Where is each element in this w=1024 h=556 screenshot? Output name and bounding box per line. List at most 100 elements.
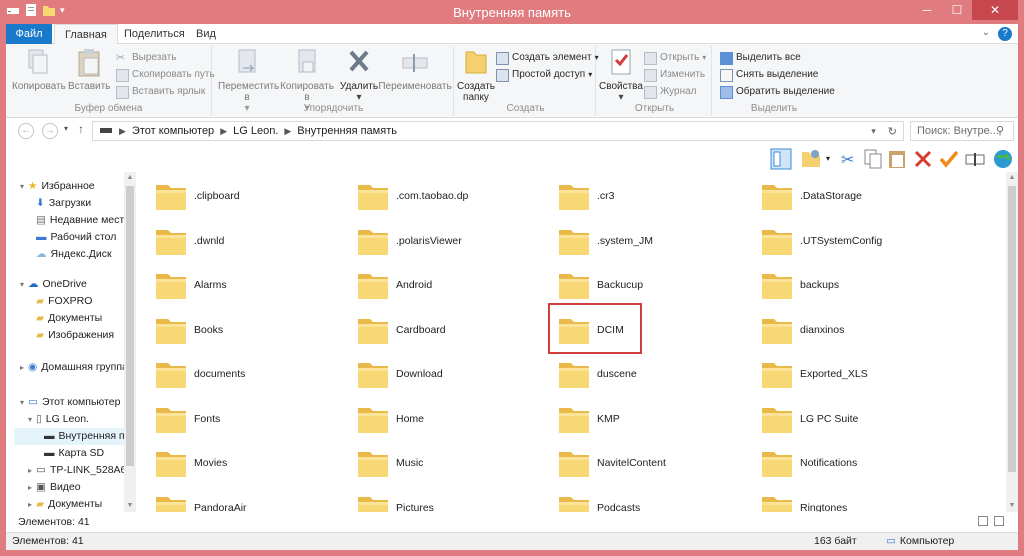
- folder-item[interactable]: LG PC Suite: [748, 397, 938, 441]
- history-button[interactable]: Журнал: [644, 84, 697, 100]
- folder-item[interactable]: Cardboard: [344, 308, 534, 352]
- close-button[interactable]: ✕: [972, 0, 1018, 20]
- folder-item[interactable]: Android: [344, 263, 534, 307]
- refresh-icon[interactable]: ↻: [888, 125, 897, 138]
- rename-button[interactable]: Переименовать: [378, 48, 452, 92]
- help-icon[interactable]: ?: [998, 27, 1012, 41]
- expand-arrow-icon[interactable]: ▸: [28, 479, 32, 496]
- address-dropdown-icon[interactable]: ▾: [871, 126, 876, 137]
- nav-onedrive[interactable]: ▾ ☁ OneDrive: [20, 276, 87, 293]
- copy-icon[interactable]: [862, 148, 884, 170]
- easy-access-button[interactable]: Простой доступ ▾: [496, 67, 592, 83]
- minimize-button[interactable]: ─: [912, 0, 942, 20]
- properties-button[interactable]: Свойства ▾: [598, 48, 644, 103]
- folder-item[interactable]: NavitelContent: [545, 441, 735, 485]
- details-view-icon[interactable]: [978, 516, 988, 526]
- folder-item[interactable]: Podcasts: [545, 486, 735, 512]
- details-pane-icon[interactable]: [770, 148, 792, 170]
- nav-this-pc[interactable]: ▾ ▭ Этот компьютер: [20, 394, 120, 411]
- folder-item[interactable]: KMP: [545, 397, 735, 441]
- nav-recent-places[interactable]: ▤ Недавние места: [36, 212, 130, 229]
- delete-icon[interactable]: [912, 148, 934, 170]
- cut-icon[interactable]: ✂: [838, 148, 860, 170]
- nav-documents-2[interactable]: ▸ ▰ Документы: [28, 496, 102, 512]
- folder-item[interactable]: .clipboard: [142, 174, 332, 218]
- expand-arrow-icon[interactable]: ▸: [28, 462, 32, 479]
- folder-item[interactable]: dianxinos: [748, 308, 938, 352]
- paste-shortcut-button[interactable]: Вставить ярлык: [116, 84, 205, 100]
- cut-button[interactable]: ✂ Вырезать: [116, 50, 176, 66]
- breadcrumb-item[interactable]: Внутренняя память: [297, 125, 397, 137]
- expand-arrow-icon[interactable]: ▾: [20, 394, 24, 411]
- folder-item[interactable]: backups: [748, 263, 938, 307]
- scroll-up-icon[interactable]: ▲: [124, 172, 136, 184]
- expand-arrow-icon[interactable]: ▸: [20, 359, 24, 376]
- copy-path-button[interactable]: Скопировать путь: [116, 67, 215, 83]
- nav-favorites[interactable]: ▾ ★ Избранное: [20, 178, 95, 195]
- nav-images[interactable]: ▰ Изображения: [36, 327, 114, 344]
- folder-item[interactable]: .DataStorage: [748, 174, 938, 218]
- folder-item[interactable]: Home: [344, 397, 534, 441]
- breadcrumb-item[interactable]: LG Leon.: [233, 125, 278, 137]
- folder-item[interactable]: Notifications: [748, 441, 938, 485]
- folder-item[interactable]: Fonts: [142, 397, 332, 441]
- copy-button[interactable]: Копировать: [12, 48, 66, 92]
- paste-icon[interactable]: [886, 148, 908, 170]
- folder-item[interactable]: documents: [142, 352, 332, 396]
- folder-item[interactable]: .com.taobao.dp: [344, 174, 534, 218]
- folder-item[interactable]: Download: [344, 352, 534, 396]
- checkmark-icon[interactable]: [938, 148, 960, 170]
- folder-item[interactable]: Pictures: [344, 486, 534, 512]
- folder-item[interactable]: Ringtones: [748, 486, 938, 512]
- nav-video[interactable]: ▸ ▣ Видео: [28, 479, 81, 496]
- rename-icon[interactable]: [964, 148, 986, 170]
- expand-ribbon-icon[interactable]: ⌄: [982, 27, 990, 41]
- tab-view[interactable]: Вид: [186, 24, 226, 44]
- scroll-thumb[interactable]: [1008, 186, 1016, 472]
- folder-item[interactable]: duscene: [545, 352, 735, 396]
- content-scrollbar[interactable]: ▲ ▼: [1006, 172, 1018, 512]
- breadcrumb-item[interactable]: Этот компьютер: [132, 125, 214, 137]
- nav-tplink[interactable]: ▸ ▭ TP-LINK_528A6C: [28, 462, 134, 479]
- paste-button[interactable]: Вставить: [68, 48, 110, 92]
- folder-item[interactable]: .system_JM: [545, 219, 735, 263]
- select-none-button[interactable]: Снять выделение: [720, 67, 818, 83]
- folder-item[interactable]: DCIM: [545, 308, 735, 352]
- edit-button[interactable]: Изменить: [644, 67, 705, 83]
- nav-scrollbar[interactable]: ▲ ▼: [124, 172, 136, 512]
- maximize-button[interactable]: ☐: [942, 0, 972, 20]
- folder-item[interactable]: PandoraAir: [142, 486, 332, 512]
- new-folder-button[interactable]: Создать папку: [456, 48, 496, 103]
- folder-item[interactable]: Books: [142, 308, 332, 352]
- expand-arrow-icon[interactable]: ▾: [28, 411, 32, 428]
- delete-button[interactable]: Удалить ▾: [338, 48, 380, 103]
- folder-item[interactable]: .cr3: [545, 174, 735, 218]
- nav-foxpro[interactable]: ▰ FOXPRO: [36, 293, 92, 310]
- nav-lg-leon[interactable]: ▾ ▯ LG Leon.: [28, 411, 89, 428]
- expand-arrow-icon[interactable]: ▸: [28, 496, 32, 512]
- tab-file[interactable]: Файл: [6, 24, 52, 44]
- folder-item[interactable]: Alarms: [142, 263, 332, 307]
- tab-home[interactable]: Главная: [54, 24, 118, 45]
- expand-arrow-icon[interactable]: ▾: [20, 276, 24, 293]
- nav-yandex-disk[interactable]: ☁ Яндекс.Диск: [36, 246, 112, 263]
- folder-item[interactable]: Movies: [142, 441, 332, 485]
- address-bar[interactable]: ▶ Этот компьютер ▶ LG Leon. ▶ Внутренняя…: [92, 121, 904, 141]
- back-button[interactable]: ←: [18, 123, 34, 139]
- search-icon[interactable]: ⚲: [996, 124, 1004, 137]
- tab-share[interactable]: Поделиться: [114, 24, 195, 44]
- scroll-up-icon[interactable]: ▲: [1006, 172, 1018, 184]
- nav-documents[interactable]: ▰ Документы: [36, 310, 102, 327]
- folder-item[interactable]: Music: [344, 441, 534, 485]
- expand-arrow-icon[interactable]: ▾: [20, 178, 24, 195]
- folder-options-icon[interactable]: [800, 148, 822, 170]
- recent-locations-icon[interactable]: ▾: [64, 124, 68, 133]
- folder-item[interactable]: .dwnld: [142, 219, 332, 263]
- nav-downloads[interactable]: ⬇ Загрузки: [36, 195, 91, 212]
- nav-internal-storage[interactable]: ▬ Внутренняя па: [14, 428, 130, 445]
- folder-item[interactable]: .UTSystemConfig: [748, 219, 938, 263]
- large-icons-view-icon[interactable]: [994, 516, 1004, 526]
- invert-selection-button[interactable]: Обратить выделение: [720, 84, 835, 100]
- new-item-button[interactable]: Создать элемент ▾: [496, 50, 599, 66]
- scroll-down-icon[interactable]: ▼: [124, 500, 136, 512]
